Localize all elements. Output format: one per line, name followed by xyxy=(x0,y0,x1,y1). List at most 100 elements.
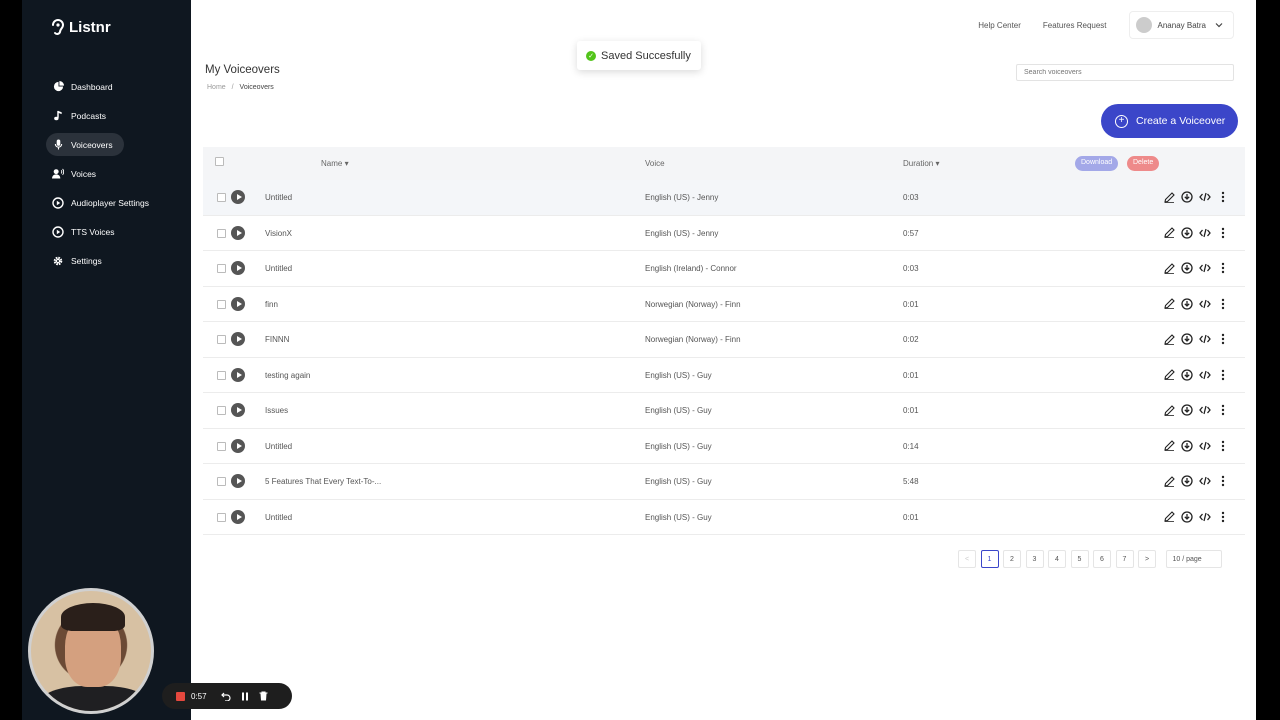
sidebar-item-voices[interactable]: Voices xyxy=(46,162,186,185)
edit-icon[interactable] xyxy=(1163,439,1175,453)
download-icon[interactable] xyxy=(1181,403,1193,417)
embed-code-icon[interactable] xyxy=(1199,261,1211,275)
edit-icon[interactable] xyxy=(1163,474,1175,488)
page-size-select[interactable]: 10 / page xyxy=(1165,550,1222,568)
download-icon[interactable] xyxy=(1181,332,1193,346)
row-checkbox[interactable] xyxy=(217,441,226,451)
sidebar-item-podcasts[interactable]: Podcasts xyxy=(46,104,186,127)
select-all-checkbox[interactable] xyxy=(215,157,224,166)
embed-code-icon[interactable] xyxy=(1199,403,1211,417)
play-icon[interactable] xyxy=(231,225,245,240)
next-page-button[interactable]: > xyxy=(1138,550,1156,568)
edit-icon[interactable] xyxy=(1163,403,1175,417)
row-checkbox[interactable] xyxy=(217,228,226,238)
column-header-name[interactable]: Name ▾ xyxy=(321,159,349,168)
row-checkbox[interactable] xyxy=(217,477,226,486)
download-icon[interactable] xyxy=(1181,474,1193,488)
more-options-icon[interactable] xyxy=(1217,510,1229,524)
embed-code-icon[interactable] xyxy=(1199,510,1211,524)
play-icon[interactable] xyxy=(231,509,245,524)
more-options-icon[interactable] xyxy=(1217,226,1229,240)
undo-icon[interactable] xyxy=(220,692,231,701)
play-icon[interactable] xyxy=(231,296,245,311)
play-icon[interactable] xyxy=(231,438,245,453)
sidebar-item-settings[interactable]: Settings xyxy=(46,249,186,272)
table-row[interactable]: Untitled English (Ireland) - Connor 0:03 xyxy=(203,251,1245,287)
prev-page-button[interactable]: < xyxy=(958,550,976,568)
features-request-link[interactable]: Features Request xyxy=(1043,21,1107,30)
delete-button[interactable]: Delete xyxy=(1127,156,1160,171)
download-icon[interactable] xyxy=(1181,439,1193,453)
row-checkbox[interactable] xyxy=(217,335,226,344)
edit-icon[interactable] xyxy=(1163,297,1175,311)
page-3-button[interactable]: 3 xyxy=(1025,550,1044,568)
pause-icon[interactable] xyxy=(241,692,249,701)
table-row[interactable]: testing again English (US) - Guy 0:01 xyxy=(203,358,1245,393)
sidebar-item-dashboard[interactable]: Dashboard xyxy=(46,75,186,98)
more-options-icon[interactable] xyxy=(1217,439,1229,453)
row-checkbox[interactable] xyxy=(217,264,226,273)
download-icon[interactable] xyxy=(1181,226,1193,240)
trash-icon[interactable] xyxy=(259,691,268,701)
edit-icon[interactable] xyxy=(1163,510,1175,524)
breadcrumb-home[interactable]: Home xyxy=(207,84,226,91)
user-menu[interactable]: Ananay Batra xyxy=(1128,11,1234,39)
download-button[interactable]: Download xyxy=(1075,156,1119,171)
edit-icon[interactable] xyxy=(1163,332,1175,346)
table-row[interactable]: Untitled English (US) - Guy 0:14 xyxy=(203,429,1245,464)
table-row[interactable]: Untitled English (US) - Jenny 0:03 xyxy=(203,180,1245,216)
embed-code-icon[interactable] xyxy=(1199,439,1211,453)
table-row[interactable]: 5 Features That Every Text-To-... English… xyxy=(203,464,1245,500)
edit-icon[interactable] xyxy=(1163,190,1175,204)
more-options-icon[interactable] xyxy=(1217,261,1229,275)
column-header-duration[interactable]: Duration ▾ xyxy=(903,159,940,168)
sidebar-item-audioplayer-settings[interactable]: Audioplayer Settings xyxy=(46,191,186,214)
row-checkbox[interactable] xyxy=(217,299,226,309)
page-5-button[interactable]: 5 xyxy=(1070,550,1089,568)
page-2-button[interactable]: 2 xyxy=(1003,550,1021,568)
embed-code-icon[interactable] xyxy=(1199,332,1211,346)
edit-icon[interactable] xyxy=(1163,368,1175,382)
create-voiceover-button[interactable]: + Create a Voiceover xyxy=(1101,104,1238,138)
sidebar-item-voiceovers[interactable]: Voiceovers xyxy=(46,133,124,156)
page-7-button[interactable]: 7 xyxy=(1115,550,1134,568)
play-icon[interactable] xyxy=(231,474,245,488)
page-4-button[interactable]: 4 xyxy=(1048,550,1066,568)
download-icon[interactable] xyxy=(1181,261,1193,275)
download-icon[interactable] xyxy=(1181,368,1193,382)
download-icon[interactable] xyxy=(1181,297,1193,311)
play-icon[interactable] xyxy=(231,190,245,204)
download-icon[interactable] xyxy=(1181,510,1193,524)
more-options-icon[interactable] xyxy=(1217,474,1229,488)
row-checkbox[interactable] xyxy=(217,193,226,202)
play-icon[interactable] xyxy=(231,403,245,417)
embed-code-icon[interactable] xyxy=(1199,190,1211,204)
edit-icon[interactable] xyxy=(1163,261,1175,275)
row-checkbox[interactable] xyxy=(217,370,226,380)
embed-code-icon[interactable] xyxy=(1199,226,1211,240)
page-6-button[interactable]: 6 xyxy=(1093,550,1111,568)
search-input[interactable] xyxy=(1016,64,1234,81)
row-checkbox[interactable] xyxy=(217,512,226,522)
more-options-icon[interactable] xyxy=(1217,190,1229,204)
table-row[interactable]: Issues English (US) - Guy 0:01 xyxy=(203,393,1245,429)
table-row[interactable]: VisionX English (US) - Jenny 0:57 xyxy=(203,216,1245,251)
embed-code-icon[interactable] xyxy=(1199,368,1211,382)
more-options-icon[interactable] xyxy=(1217,332,1229,346)
table-row[interactable]: Untitled English (US) - Guy 0:01 xyxy=(203,500,1245,535)
app-logo[interactable]: Listnr xyxy=(50,18,111,36)
edit-icon[interactable] xyxy=(1163,226,1175,240)
help-center-link[interactable]: Help Center xyxy=(978,21,1021,30)
table-row[interactable]: finn Norwegian (Norway) - Finn 0:01 xyxy=(203,287,1245,322)
play-icon[interactable] xyxy=(231,367,245,382)
sidebar-item-tts-voices[interactable]: TTS Voices xyxy=(46,220,186,243)
embed-code-icon[interactable] xyxy=(1199,474,1211,488)
more-options-icon[interactable] xyxy=(1217,297,1229,311)
more-options-icon[interactable] xyxy=(1217,403,1229,417)
table-row[interactable]: FINNN Norwegian (Norway) - Finn 0:02 xyxy=(203,322,1245,358)
download-icon[interactable] xyxy=(1181,190,1193,204)
page-1-button[interactable]: 1 xyxy=(980,550,999,568)
play-icon[interactable] xyxy=(231,261,245,275)
row-checkbox[interactable] xyxy=(217,406,226,415)
embed-code-icon[interactable] xyxy=(1199,297,1211,311)
